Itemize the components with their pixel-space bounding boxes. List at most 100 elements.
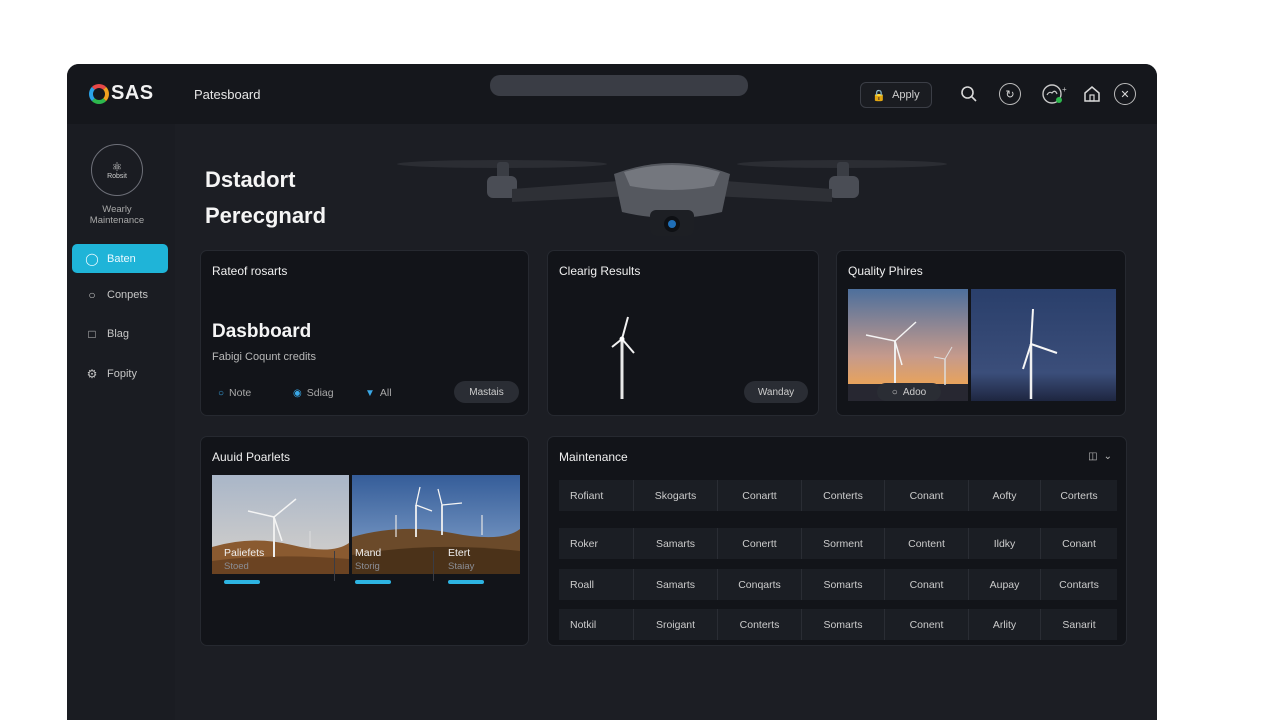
table-cell: Aofty <box>969 480 1041 511</box>
document-icon: □ <box>88 326 96 341</box>
table-cell: Conant <box>885 569 969 600</box>
table-row[interactable]: Notkil Sroigant Conterts Somarts Conent … <box>559 609 1117 640</box>
project-item[interactable]: Etert Staiay <box>448 547 484 584</box>
sidebar-item-label: Conpets <box>107 288 148 301</box>
avatar-label: Robsit <box>107 172 127 180</box>
adoo-label: Adoo <box>902 386 927 398</box>
dashboard-heading: Dasbboard <box>212 321 312 342</box>
logo[interactable]: SAS <box>89 82 154 105</box>
home-icon: ◯ <box>85 251 99 266</box>
sidebar-item-blag[interactable]: □ Blag <box>72 319 168 348</box>
sidebar-item-label: Baten <box>107 252 136 265</box>
option-sdiag[interactable]: ◉ Sdiag <box>293 387 334 399</box>
sidebar-item-baten[interactable]: ◯ Baten <box>72 244 168 273</box>
table-cell: Conterts <box>718 609 802 640</box>
mastais-button[interactable]: Mastais <box>454 381 519 403</box>
refresh-icon[interactable]: ↻ <box>999 83 1021 105</box>
drone-image <box>397 160 947 236</box>
divider <box>433 551 434 581</box>
table-cell: Contarts <box>1059 578 1099 591</box>
apply-label: Apply <box>892 89 920 101</box>
table-row[interactable]: Roall Samarts Conqarts Somarts Conant Au… <box>559 569 1117 600</box>
dashboard-subtitle: Fabigi Coqunt credits <box>212 351 316 363</box>
option-label: Sdiag <box>306 387 334 399</box>
sidebar-caption-line1: Wearly <box>102 204 132 215</box>
table-cell: Rofiant <box>559 480 634 511</box>
maintenance-title: Maintenance <box>559 450 628 464</box>
project-name: Paliefets <box>224 547 265 559</box>
logo-text: SAS <box>111 82 154 104</box>
table-row[interactable]: Roker Samarts Conertt Sorment Content Il… <box>559 528 1117 559</box>
option-label: Note <box>229 387 252 399</box>
cleaning-results-title: Clearig Results <box>559 264 641 278</box>
table-cell: Aupay <box>969 569 1041 600</box>
table-cell: Roker <box>559 528 634 559</box>
table-cell: Conterts <box>802 480 885 511</box>
project-progress-bar <box>448 580 484 584</box>
table-cell: Roall <box>559 569 634 600</box>
sidebar-caption-line2: Maintenance <box>89 215 145 226</box>
page-title: Dstadort Perecgnard <box>205 162 326 234</box>
sidebar-item-fopity[interactable]: ⚙ Fopity <box>72 359 168 388</box>
apply-button[interactable]: 🔒 Apply <box>860 82 932 108</box>
card-menu[interactable]: ◫ ⌄ <box>1088 451 1112 462</box>
chat-icon: ○ <box>88 287 96 302</box>
layout-icon: ◫ <box>1088 451 1098 462</box>
cleaning-results-card: Clearig Results Wanday <box>547 250 819 416</box>
table-row[interactable]: Rofiant Skogarts Conartt Conterts Conant… <box>559 480 1117 511</box>
gear-icon: ⚙ <box>86 366 98 381</box>
table-cell: Sroigant <box>634 609 718 640</box>
circle-icon: ○ <box>891 386 898 398</box>
table-cell: Conent <box>885 609 969 640</box>
user-icon: ⚛ <box>111 159 123 174</box>
project-progress-bar <box>224 580 260 584</box>
quality-photos-title: Quality Phires <box>848 264 923 278</box>
option-label: All <box>379 387 392 399</box>
table-cell: Conqarts <box>718 569 802 600</box>
projects-card: Auuid Poarlets Paliefets Stoed Mand Stor… <box>200 436 529 646</box>
option-all[interactable]: ▼ All <box>365 387 392 399</box>
radio-icon: ◉ <box>293 387 302 399</box>
option-note[interactable]: ○ Note <box>218 387 251 399</box>
search-icon[interactable] <box>958 83 980 105</box>
project-status: Stoed <box>224 561 249 572</box>
project-name: Mand <box>355 547 382 559</box>
page-title-line1: Dstadort <box>205 167 296 192</box>
home-icon[interactable] <box>1081 83 1103 105</box>
logo-mark-icon <box>89 83 109 104</box>
table-cell: Conartt <box>718 480 802 511</box>
table-cell: Arlity <box>969 609 1041 640</box>
table-cell: Conertt <box>718 528 802 559</box>
table-cell: Samarts <box>634 569 718 600</box>
table-cell: Conant <box>1062 537 1096 550</box>
table-cell: Conant <box>885 480 969 511</box>
maintenance-card: Maintenance ◫ ⌄ Rofiant Skogarts Conartt… <box>547 436 1127 646</box>
adoo-overlay-button[interactable]: ○ Adoo <box>877 383 941 401</box>
project-status: Storig <box>355 561 380 572</box>
project-item[interactable]: Mand Storig <box>355 547 391 584</box>
night-turbine-photo[interactable] <box>971 289 1116 401</box>
projects-card-title: Auuid Poarlets <box>212 450 291 464</box>
sidebar: ⚛ Robsit Wearly Maintenance ◯ Baten ○ Co… <box>67 124 175 720</box>
table-cell: Sanarit <box>1062 618 1096 631</box>
project-item[interactable]: Paliefets Stoed <box>224 547 264 584</box>
top-bar: SAS Patesboard 🔒 Apply ↻ + ✕ <box>67 64 1157 124</box>
table-cell: Skogarts <box>634 480 718 511</box>
table-cell: Sorment <box>802 528 885 559</box>
sidebar-item-conpets[interactable]: ○ Conpets <box>72 280 168 309</box>
wanday-button[interactable]: Wanday <box>744 381 808 403</box>
radio-icon: ○ <box>218 387 225 399</box>
sidebar-caption: Wearly Maintenance <box>67 204 167 226</box>
app-window: SAS Patesboard 🔒 Apply ↻ + ✕ ⚛ Robsit We… <box>67 64 1157 720</box>
table-cell: Somarts <box>802 609 885 640</box>
reports-card-title: Rateof rosarts <box>212 264 288 278</box>
chevron-down-icon: ⌄ <box>1103 451 1112 462</box>
bluetooth-icon[interactable]: ✕ <box>1114 83 1136 105</box>
cloud-icon[interactable]: + <box>1041 83 1067 105</box>
sidebar-item-label: Blag <box>107 327 130 340</box>
table-cell: Ildky <box>969 528 1041 559</box>
nav-title[interactable]: Patesboard <box>194 87 261 102</box>
search-bar[interactable] <box>490 75 748 96</box>
lock-icon: 🔒 <box>872 89 887 102</box>
avatar[interactable]: ⚛ Robsit <box>91 144 143 196</box>
